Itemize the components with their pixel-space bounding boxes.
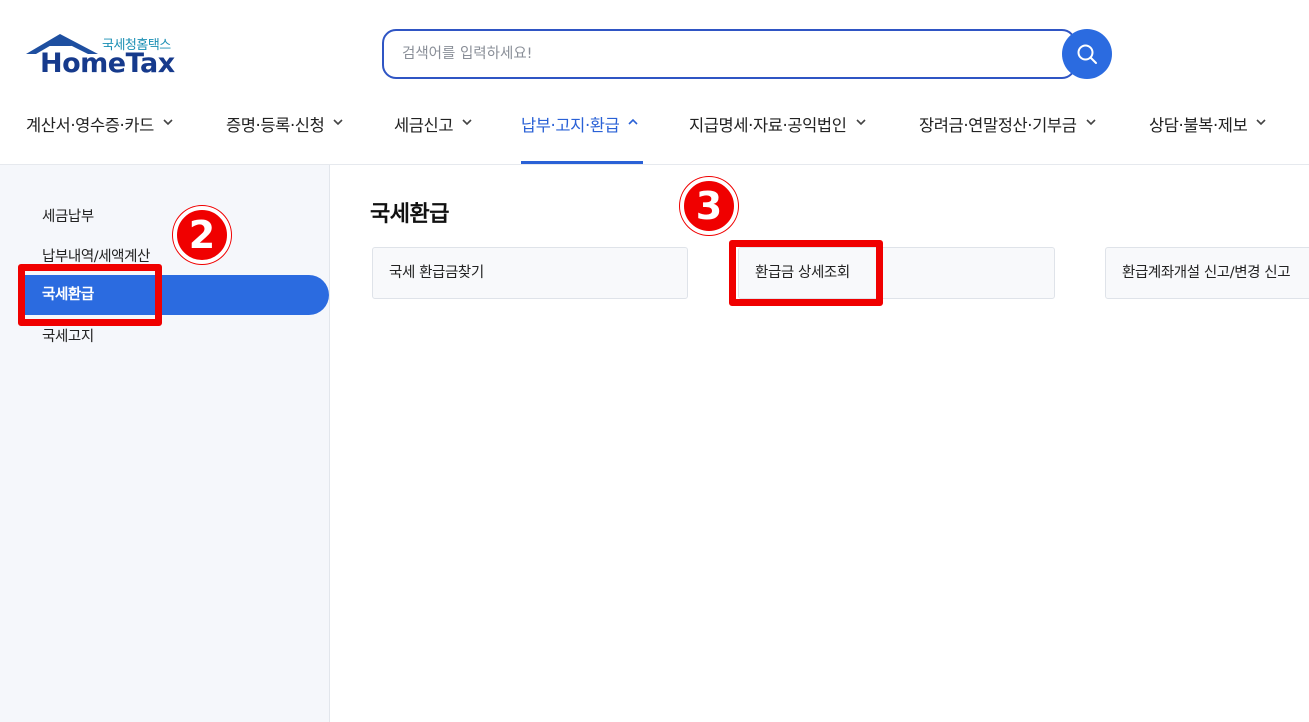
chevron-up-icon — [628, 118, 638, 125]
nav-item-label: 납부·고지·환급 — [521, 116, 620, 135]
nav-item-label: 장려금·연말정산·기부금 — [919, 116, 1077, 135]
nav-item-statements[interactable]: 지급명세·자료·공익법인 — [689, 100, 867, 164]
nav-item-label: 상담·불복·제보 — [1149, 116, 1248, 135]
page-title: 국세환급 — [370, 202, 449, 227]
chevron-down-icon — [333, 119, 343, 126]
nav-item-invoice[interactable]: 계산서·영수증·카드 — [26, 100, 174, 164]
search-icon — [1077, 44, 1097, 64]
nav-item-incentives[interactable]: 장려금·연말정산·기부금 — [919, 100, 1097, 164]
card-refund-account[interactable]: 환급계좌개설 신고/변경 신고 — [1105, 247, 1309, 299]
chevron-down-icon — [163, 119, 173, 126]
nav-item-payment-refund[interactable]: 납부·고지·환급 — [521, 100, 643, 164]
nav-item-label: 세금신고 — [394, 116, 454, 135]
nav-item-certificate[interactable]: 증명·등록·신청 — [226, 100, 344, 164]
sidebar-item-payment-history[interactable]: 납부내역/세액계산 — [42, 245, 150, 266]
annotation-highlight-box — [18, 264, 162, 326]
nav-item-consultation[interactable]: 상담·불복·제보 — [1149, 100, 1267, 164]
main-nav: 계산서·영수증·카드 증명·등록·신청 세금신고 납부·고지·환급 지급명세·자… — [0, 100, 1309, 164]
nav-item-label: 계산서·영수증·카드 — [26, 116, 154, 135]
search-input[interactable] — [402, 41, 1022, 67]
nav-item-label: 지급명세·자료·공익법인 — [689, 116, 847, 135]
header: 국세청홈택스 HomeTax 계산서·영수증·카드 증명·등록·신청 세금신고 … — [0, 0, 1309, 165]
annotation-step-badge: 2 — [173, 206, 231, 264]
chevron-down-icon — [1256, 119, 1266, 126]
annotation-highlight-box — [729, 240, 883, 306]
nav-item-tax-filing[interactable]: 세금신고 — [394, 100, 473, 164]
sidebar-item-tax-notice[interactable]: 국세고지 — [42, 325, 94, 346]
chevron-down-icon — [1085, 119, 1096, 126]
chevron-down-icon — [855, 119, 866, 126]
sidebar: 세금납부 납부내역/세액계산 국세환급 국세고지 — [0, 165, 330, 722]
card-find-refund[interactable]: 국세 환급금찾기 — [372, 247, 688, 299]
annotation-step-badge: 3 — [680, 177, 738, 235]
chevron-down-icon — [462, 119, 472, 126]
nav-item-label: 증명·등록·신청 — [226, 116, 325, 135]
logo-main-text: HomeTax — [40, 48, 175, 79]
search-button[interactable] — [1062, 29, 1112, 79]
sidebar-item-tax-payment[interactable]: 세금납부 — [42, 205, 94, 226]
hometax-logo[interactable]: 국세청홈택스 HomeTax — [24, 30, 194, 82]
search-box — [382, 29, 1076, 79]
